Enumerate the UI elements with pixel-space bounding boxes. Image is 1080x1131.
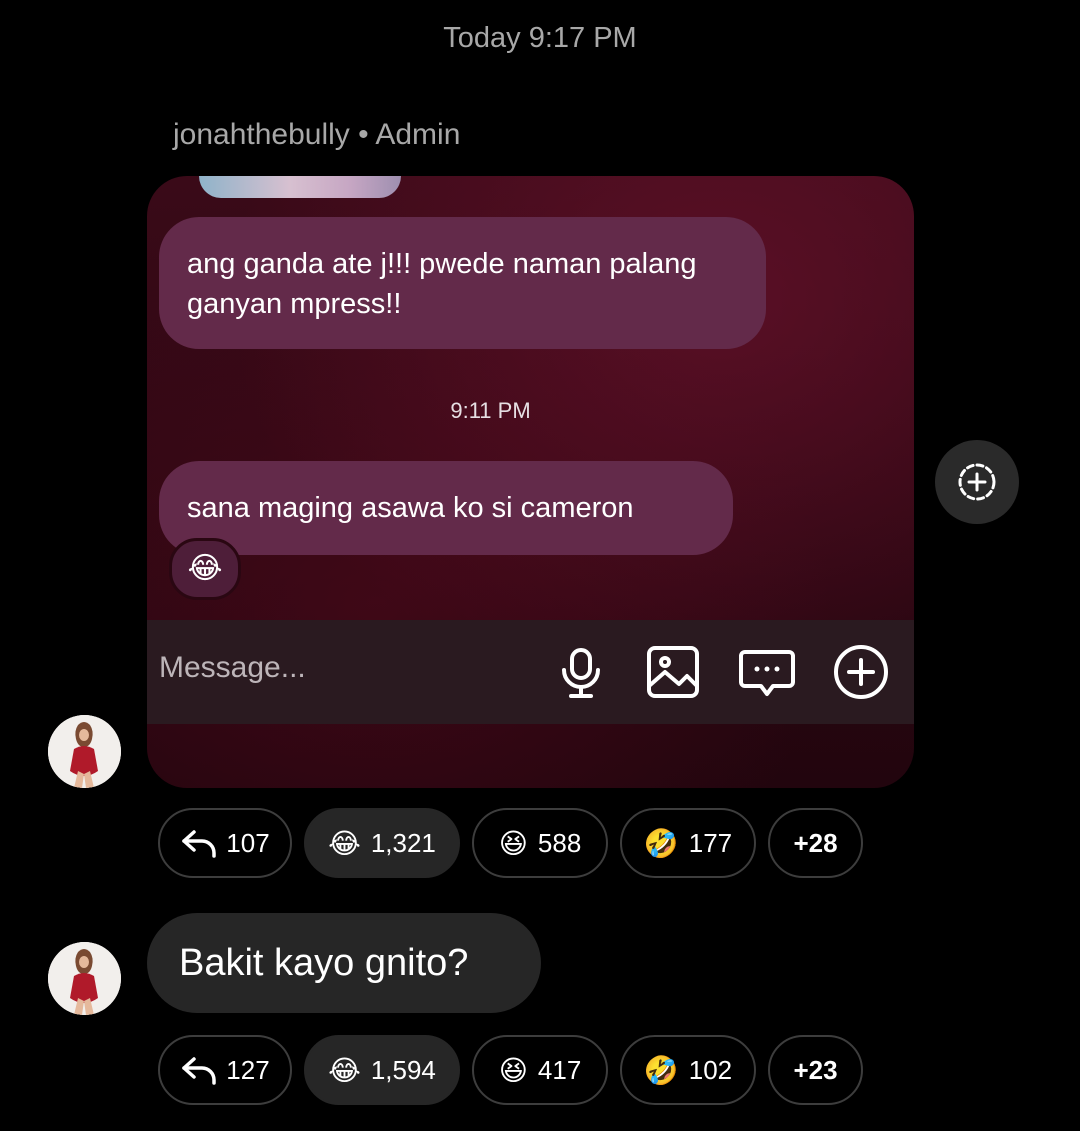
reaction-count: 1,594 xyxy=(370,1054,436,1085)
reaction-count: 177 xyxy=(688,827,733,858)
sticker-chat-icon xyxy=(737,642,797,702)
laughing-face-icon: 😆 xyxy=(498,827,528,859)
screenshot-timestamp: 9:11 PM xyxy=(450,398,531,423)
more-reactions-button[interactable]: +28 xyxy=(768,808,863,878)
sender-role: Admin xyxy=(375,118,461,151)
screenshot-bubble-1: ang ganda ate j!!! pwede naman palang ga… xyxy=(159,217,766,349)
screenshot-composer: Message... xyxy=(147,620,914,724)
avatar[interactable] xyxy=(48,715,121,788)
laughing-face-icon: 😆 xyxy=(498,1054,528,1086)
avatar[interactable] xyxy=(48,942,121,1015)
reaction-chip[interactable]: 😆 588 xyxy=(472,808,608,878)
reaction-chip[interactable]: 😂 1,321 xyxy=(304,808,460,878)
more-reactions-count: +28 xyxy=(793,827,838,858)
microphone-icon xyxy=(551,642,611,702)
role-separator: • xyxy=(358,118,369,151)
shared-screenshot[interactable]: ang ganda ate j!!! pwede naman palang ga… xyxy=(147,176,914,788)
tears-of-joy-icon: 😂 xyxy=(328,827,361,859)
more-reactions-button[interactable]: +23 xyxy=(768,1035,863,1105)
image-thumbnail-peek xyxy=(199,176,401,198)
screenshot-bubble-2: sana maging asawa ko si cameron xyxy=(159,461,733,555)
reaction-chip[interactable]: 🤣 102 xyxy=(620,1035,756,1105)
reaction-count: 1,321 xyxy=(370,827,436,858)
composer-placeholder: Message... xyxy=(159,651,306,684)
plus-circle-icon xyxy=(831,642,891,702)
image-icon xyxy=(643,642,703,702)
screenshot-reaction: 😂 xyxy=(169,538,241,600)
reaction-count: 102 xyxy=(688,1054,733,1085)
reply-icon xyxy=(182,1057,217,1085)
rolling-laughing-icon: 🤣 xyxy=(643,827,679,859)
sender-line: jonahthebully • Admin xyxy=(173,118,460,152)
bubble-line: ganyan mpress!! xyxy=(187,288,402,320)
add-to-story-icon xyxy=(958,463,996,501)
bubble-line: ang ganda ate j!!! pwede naman palang xyxy=(187,248,697,280)
date-timestamp: Today 9:17 PM xyxy=(443,22,637,54)
add-to-story-button[interactable] xyxy=(935,440,1019,524)
reaction-count: 417 xyxy=(537,1054,582,1085)
reply-count: 107 xyxy=(226,827,270,858)
tears-of-joy-icon: 😂 xyxy=(328,1054,361,1086)
reply-count-button[interactable]: 127 xyxy=(158,1035,292,1105)
reaction-chip[interactable]: 😆 417 xyxy=(472,1035,608,1105)
reply-count-button[interactable]: 107 xyxy=(158,808,292,878)
more-reactions-count: +23 xyxy=(793,1054,838,1085)
sender-name[interactable]: jonahthebully xyxy=(173,118,350,151)
reply-icon xyxy=(182,830,217,858)
reaction-count: 588 xyxy=(537,827,582,858)
rolling-laughing-icon: 🤣 xyxy=(643,1054,679,1086)
reaction-chip[interactable]: 🤣 177 xyxy=(620,808,756,878)
reply-count: 127 xyxy=(226,1054,270,1085)
message-bubble[interactable]: Bakit kayo gnito? xyxy=(147,913,541,1013)
reaction-chip[interactable]: 😂 1,594 xyxy=(304,1035,460,1105)
